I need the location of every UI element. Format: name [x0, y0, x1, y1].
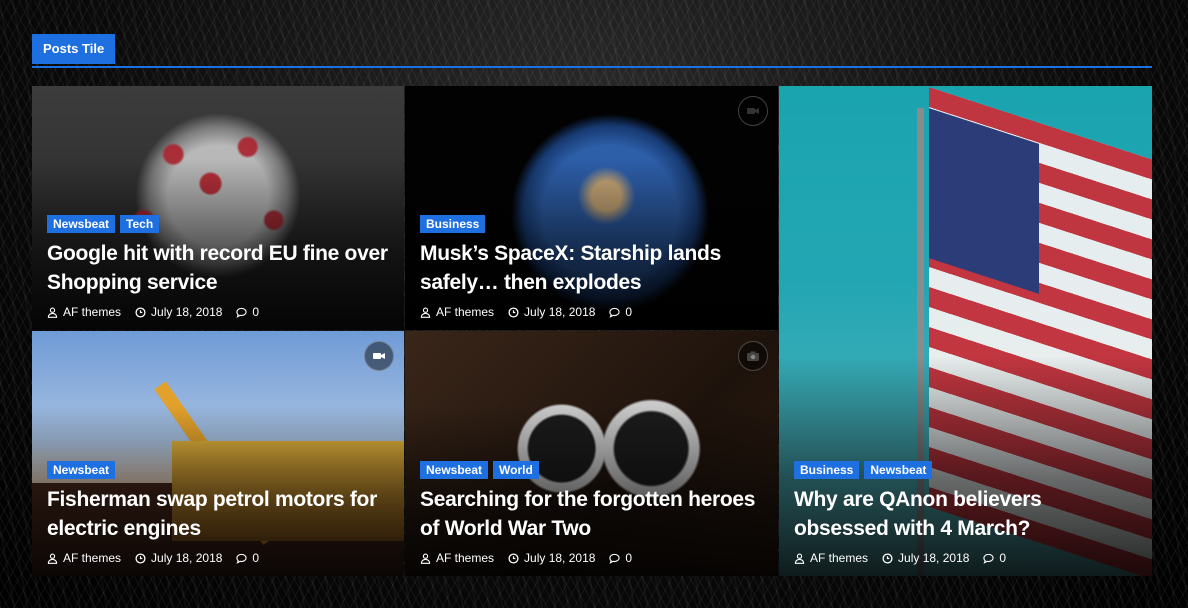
category-badge[interactable]: Business	[420, 215, 486, 233]
clock-icon	[508, 306, 519, 318]
post-author[interactable]: AF themes	[810, 551, 868, 565]
comment-icon	[983, 553, 995, 564]
comment-icon	[609, 307, 621, 318]
post-date[interactable]: July 18, 2018	[524, 305, 595, 319]
user-icon	[47, 307, 58, 318]
user-icon	[420, 553, 431, 564]
post-tile[interactable]: Newsbeat Tech Google hit with record EU …	[32, 86, 404, 330]
comment-count[interactable]: 0	[625, 305, 632, 319]
post-title[interactable]: Fisherman swap petrol motors for electri…	[47, 485, 389, 543]
section-title: Posts Tile	[32, 34, 116, 64]
post-title[interactable]: Searching for the forgotten heroes of Wo…	[420, 485, 763, 543]
post-title[interactable]: Google hit with record EU fine over Shop…	[47, 239, 389, 297]
comment-count[interactable]: 0	[999, 551, 1006, 565]
post-author[interactable]: AF themes	[63, 551, 121, 565]
post-tile[interactable]: Newsbeat World Searching for the forgott…	[405, 331, 778, 576]
comment-count[interactable]: 0	[252, 551, 259, 565]
post-tile-featured[interactable]: Business Newsbeat Why are QAnon believer…	[779, 86, 1152, 576]
category-badge[interactable]: Newsbeat	[420, 461, 489, 479]
post-author[interactable]: AF themes	[63, 305, 121, 319]
comment-icon	[609, 553, 621, 564]
comment-icon	[236, 307, 248, 318]
post-author[interactable]: AF themes	[436, 551, 494, 565]
clock-icon	[135, 306, 146, 318]
video-icon	[364, 341, 394, 371]
clock-icon	[508, 552, 519, 564]
user-icon	[794, 553, 805, 564]
camera-icon	[738, 341, 768, 371]
category-badge[interactable]: Newsbeat	[864, 461, 933, 479]
comment-count[interactable]: 0	[252, 305, 259, 319]
post-date[interactable]: July 18, 2018	[151, 305, 222, 319]
posts-tile-grid: Newsbeat Tech Google hit with record EU …	[32, 86, 1152, 576]
post-date[interactable]: July 18, 2018	[151, 551, 222, 565]
category-badge[interactable]: Newsbeat	[47, 215, 116, 233]
user-icon	[420, 307, 431, 318]
video-icon	[738, 96, 768, 126]
post-date[interactable]: July 18, 2018	[524, 551, 595, 565]
post-tile[interactable]: Business Musk’s SpaceX: Starship lands s…	[405, 86, 778, 330]
clock-icon	[882, 552, 893, 564]
category-badge[interactable]: Tech	[120, 215, 160, 233]
user-icon	[47, 553, 58, 564]
clock-icon	[135, 552, 146, 564]
category-badge[interactable]: Business	[794, 461, 860, 479]
category-badge[interactable]: World	[493, 461, 539, 479]
comment-count[interactable]: 0	[625, 551, 632, 565]
post-date[interactable]: July 18, 2018	[898, 551, 969, 565]
post-title[interactable]: Why are QAnon believers obsessed with 4 …	[794, 485, 1137, 543]
post-tile[interactable]: Newsbeat Fisherman swap petrol motors fo…	[32, 331, 404, 576]
category-badge[interactable]: Newsbeat	[47, 461, 116, 479]
post-author[interactable]: AF themes	[436, 305, 494, 319]
post-title[interactable]: Musk’s SpaceX: Starship lands safely… th…	[420, 239, 763, 297]
section-header: Posts Tile	[32, 34, 1152, 68]
comment-icon	[236, 553, 248, 564]
